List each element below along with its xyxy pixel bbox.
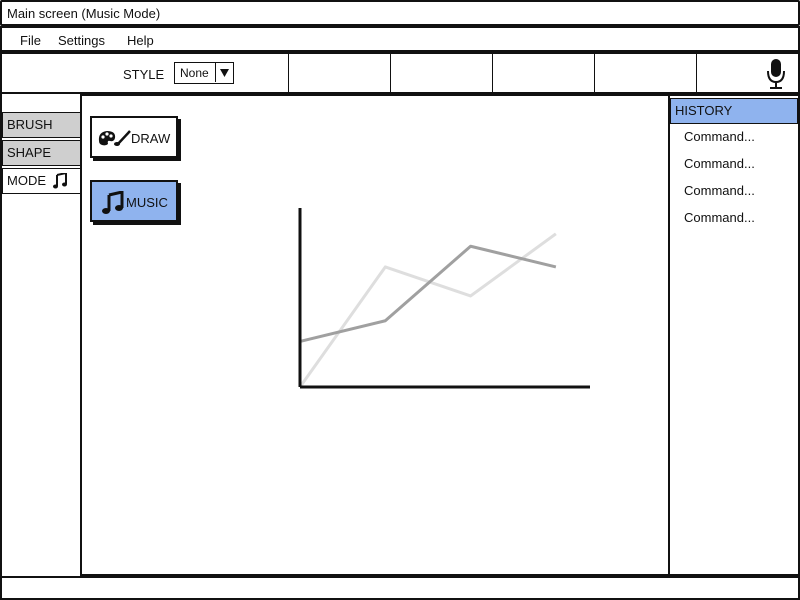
history-item[interactable]: Command... [684,129,755,144]
tab-label: MODE [7,173,46,188]
menu-settings[interactable]: Settings [58,33,105,48]
line-chart [298,208,590,389]
toolbar-slot[interactable] [390,54,491,92]
drawing-canvas[interactable] [210,94,670,576]
menu-help[interactable]: Help [127,33,154,48]
music-note-icon [102,190,124,218]
history-title: HISTORY [675,103,733,118]
tool-panel: DRAW MUSIC [80,94,212,576]
music-note-icon [53,171,67,192]
title-bar: Main screen (Music Mode) [0,0,800,26]
window-title: Main screen (Music Mode) [7,6,161,21]
history-header: HISTORY [670,98,798,124]
history-item[interactable]: Command... [684,183,755,198]
toolbar-slot[interactable] [288,54,389,92]
history-item[interactable]: Command... [684,210,755,225]
style-value: None [180,66,209,80]
toolbar-slot[interactable] [594,54,695,92]
menu-bar: File Settings Help [0,26,800,52]
music-button[interactable]: MUSIC [90,180,178,222]
history-panel: HISTORY Command... Command... Command...… [668,94,800,576]
toolbar-slot[interactable] [492,54,593,92]
style-label: STYLE [123,67,165,82]
palette-brush-icon [97,129,133,150]
tab-brush[interactable]: BRUSH [2,112,82,138]
style-dropdown[interactable]: None [174,62,234,84]
tab-shape[interactable]: SHAPE [2,140,82,166]
microphone-icon[interactable] [765,58,787,95]
tab-mode[interactable]: MODE [2,168,82,194]
draw-label: DRAW [131,131,171,146]
tab-label: BRUSH [7,117,53,132]
music-label: MUSIC [126,195,168,210]
tabs-column: BRUSH SHAPE MODE [0,94,82,577]
history-item[interactable]: Command... [684,156,755,171]
toolbar: STYLE None [0,52,800,94]
tab-label: SHAPE [7,145,52,160]
status-bar [0,576,800,600]
chevron-down-icon[interactable] [215,63,233,82]
menu-file[interactable]: File [20,33,41,48]
draw-button[interactable]: DRAW [90,116,178,158]
